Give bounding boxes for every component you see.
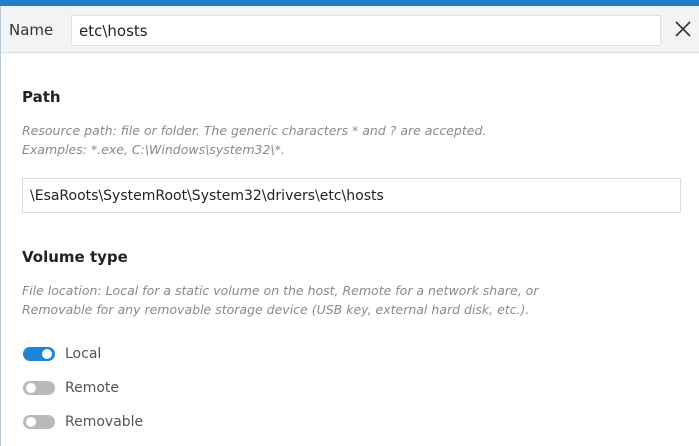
path-description-line2: Examples: *.exe, C:\Windows\system32\*. (22, 142, 285, 157)
volume-option-label: Remote (65, 380, 120, 396)
close-icon (675, 21, 691, 37)
volume-description-line1: File location: Local for a static volume… (22, 283, 539, 298)
path-input[interactable] (22, 178, 681, 213)
volume-type-title: Volume type (22, 248, 128, 266)
path-description-line1: Resource path: file or folder. The gener… (22, 123, 487, 138)
volume-option-remote[interactable]: Remote (23, 377, 119, 399)
volume-option-removable[interactable]: Removable (23, 411, 143, 433)
name-input[interactable] (71, 15, 661, 46)
volume-option-label: Removable (65, 414, 144, 430)
volume-description-line2: Removable for any removable storage devi… (22, 302, 530, 317)
resource-panel: Name Path Resource path: file or folder.… (0, 6, 699, 446)
close-button[interactable] (670, 16, 696, 42)
dialog-stage: Name Path Resource path: file or folder.… (0, 0, 699, 446)
toggle-knob (26, 417, 36, 427)
volume-option-label: Local (65, 346, 102, 362)
toggle-knob (42, 349, 52, 359)
name-label: Name (9, 21, 54, 39)
volume-option-local[interactable]: Local (23, 343, 101, 365)
toggle-switch-removable[interactable] (23, 415, 55, 429)
name-header: Name (1, 6, 699, 53)
toggle-switch-local[interactable] (23, 347, 55, 361)
path-section-title: Path (22, 88, 61, 106)
toggle-knob (26, 383, 36, 393)
toggle-switch-remote[interactable] (23, 381, 55, 395)
